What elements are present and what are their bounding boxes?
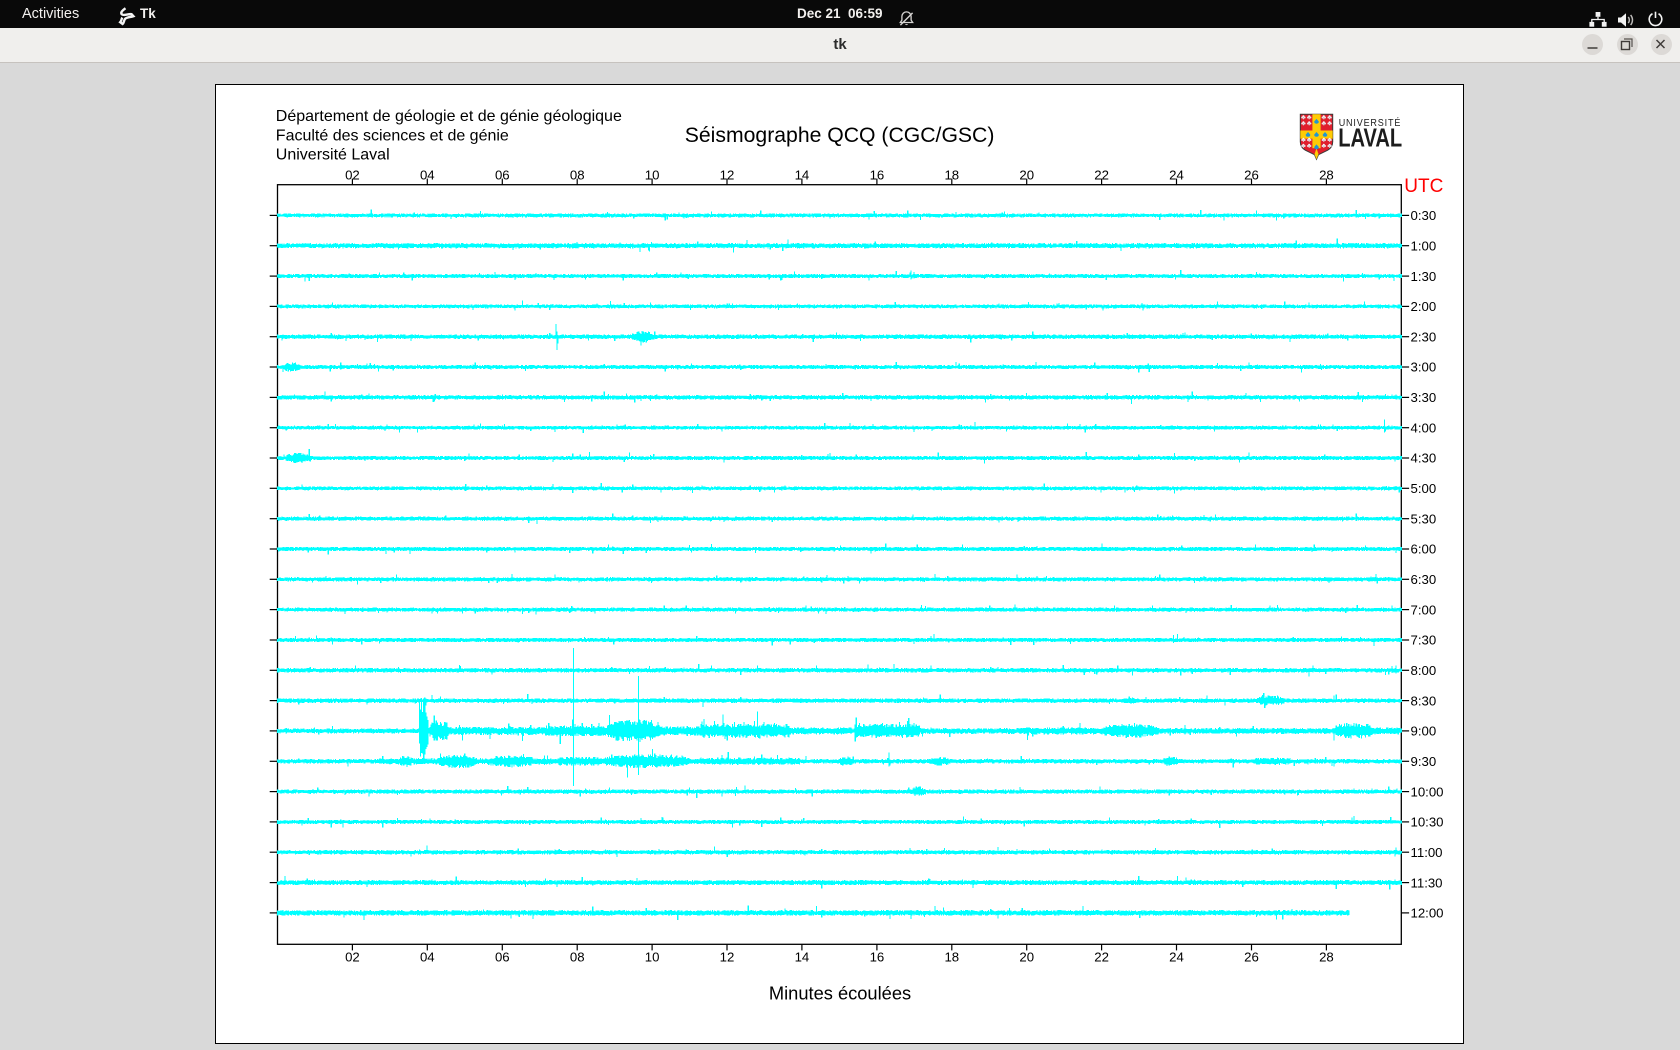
svg-text:Université Laval: Université Laval — [276, 147, 390, 164]
svg-text:20: 20 — [1019, 949, 1034, 964]
svg-text:Faculté des sciences et de gén: Faculté des sciences et de génie — [276, 127, 509, 144]
svg-text:04: 04 — [420, 168, 435, 183]
svg-text:11:30: 11:30 — [1411, 875, 1443, 890]
svg-text:LAVAL: LAVAL — [1338, 122, 1402, 152]
svg-text:1:30: 1:30 — [1411, 269, 1437, 284]
svg-text:24: 24 — [1169, 949, 1184, 964]
svg-text:4:30: 4:30 — [1411, 451, 1437, 466]
svg-text:06: 06 — [495, 949, 510, 964]
svg-text:3:30: 3:30 — [1411, 390, 1437, 405]
svg-text:16: 16 — [870, 949, 885, 964]
svg-text:20: 20 — [1019, 168, 1034, 183]
svg-text:10:00: 10:00 — [1411, 784, 1444, 799]
svg-text:Séismographe QCQ (CGC/GSC): Séismographe QCQ (CGC/GSC) — [685, 124, 995, 147]
svg-text:08: 08 — [570, 168, 585, 183]
svg-text:16: 16 — [870, 168, 885, 183]
svg-text:7:00: 7:00 — [1411, 602, 1437, 617]
svg-text:8:30: 8:30 — [1411, 693, 1437, 708]
svg-text:26: 26 — [1244, 168, 1259, 183]
svg-text:Minutes écoulées: Minutes écoulées — [769, 983, 911, 1004]
svg-text:04: 04 — [420, 949, 435, 964]
svg-text:6:30: 6:30 — [1411, 572, 1437, 587]
svg-text:08: 08 — [570, 949, 585, 964]
svg-text:18: 18 — [944, 168, 959, 183]
svg-text:6:00: 6:00 — [1411, 542, 1437, 557]
svg-text:10: 10 — [645, 168, 660, 183]
svg-text:02: 02 — [345, 949, 360, 964]
svg-text:11:00: 11:00 — [1411, 845, 1443, 860]
svg-text:14: 14 — [795, 168, 810, 183]
svg-text:22: 22 — [1094, 949, 1109, 964]
svg-text:12: 12 — [720, 949, 735, 964]
svg-text:8:00: 8:00 — [1411, 663, 1437, 678]
svg-text:0:30: 0:30 — [1411, 208, 1437, 223]
svg-text:5:00: 5:00 — [1411, 481, 1437, 496]
svg-text:26: 26 — [1244, 949, 1259, 964]
svg-text:02: 02 — [345, 168, 360, 183]
svg-text:Département de géologie et de: Département de géologie et de génie géol… — [276, 108, 622, 125]
svg-text:10:30: 10:30 — [1411, 815, 1444, 830]
svg-text:28: 28 — [1319, 168, 1334, 183]
svg-text:12:00: 12:00 — [1411, 906, 1444, 921]
svg-text:7:30: 7:30 — [1411, 633, 1437, 648]
svg-text:9:30: 9:30 — [1411, 754, 1437, 769]
svg-text:06: 06 — [495, 168, 510, 183]
svg-text:4:00: 4:00 — [1411, 420, 1437, 435]
svg-text:9:00: 9:00 — [1411, 724, 1437, 739]
svg-text:28: 28 — [1319, 949, 1334, 964]
svg-text:22: 22 — [1094, 168, 1109, 183]
svg-text:5:30: 5:30 — [1411, 511, 1437, 526]
svg-text:12: 12 — [720, 168, 735, 183]
svg-text:24: 24 — [1169, 168, 1184, 183]
svg-text:10: 10 — [645, 949, 660, 964]
svg-text:18: 18 — [944, 949, 959, 964]
svg-text:UTC: UTC — [1404, 176, 1443, 197]
svg-text:3:00: 3:00 — [1411, 360, 1437, 375]
svg-text:2:30: 2:30 — [1411, 329, 1437, 344]
svg-text:1:00: 1:00 — [1411, 238, 1437, 253]
svg-text:2:00: 2:00 — [1411, 299, 1437, 314]
svg-text:14: 14 — [795, 949, 810, 964]
